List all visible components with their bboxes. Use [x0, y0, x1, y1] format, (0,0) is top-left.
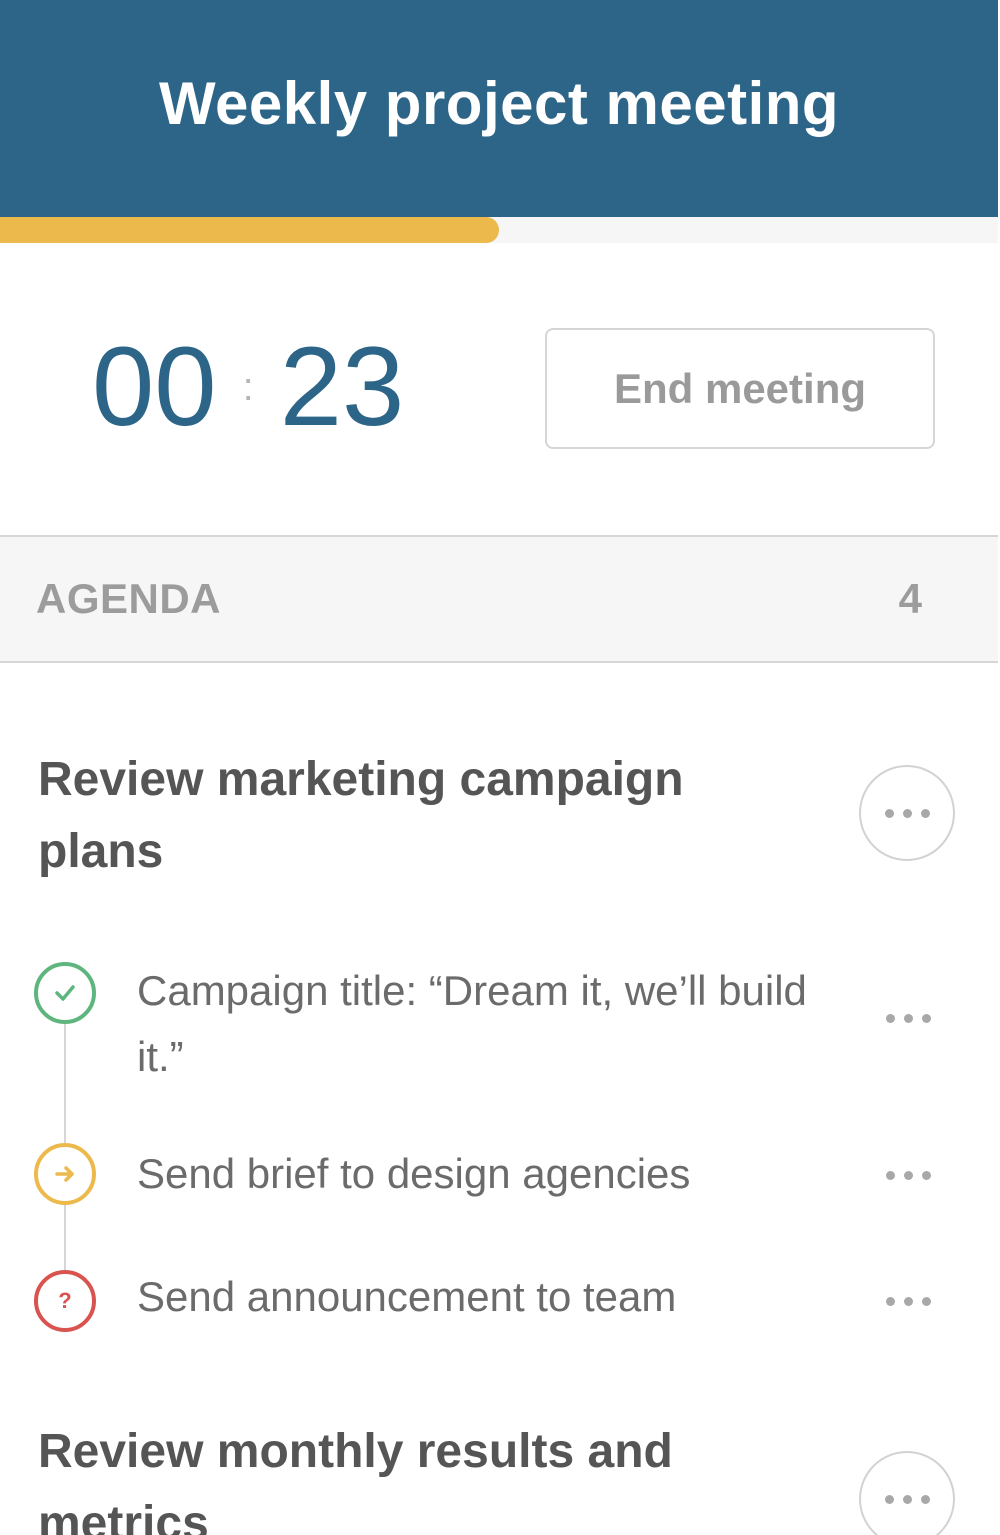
question-icon[interactable]: ?: [34, 1270, 96, 1332]
agenda-count: 4: [898, 575, 922, 622]
agenda-label: AGENDA: [36, 575, 222, 622]
arrow-right-icon[interactable]: [34, 1143, 96, 1205]
item-more-button[interactable]: [870, 998, 946, 1038]
more-icon: [884, 808, 930, 818]
topic-more-button[interactable]: [859, 765, 955, 861]
topic-title[interactable]: Review marketing campaign plans: [38, 744, 818, 888]
agenda-header: AGENDA 4: [0, 535, 998, 663]
more-icon: [885, 1013, 931, 1023]
timer-seconds: 23: [279, 324, 405, 449]
svg-text:?: ?: [58, 1288, 71, 1313]
item-more-button[interactable]: [870, 1155, 946, 1195]
meeting-title: Weekly project meeting: [158, 70, 840, 137]
item-more-button[interactable]: [870, 1281, 946, 1321]
end-meeting-button[interactable]: End meeting: [545, 328, 935, 449]
timeline-connector: [64, 1205, 66, 1272]
meeting-timer: 00 : 23: [92, 322, 404, 452]
meeting-progress-fill: [0, 217, 499, 243]
meeting-progress-bar: [0, 217, 998, 243]
agenda-item-text[interactable]: Campaign title: “Dream it, we’ll build i…: [137, 958, 827, 1090]
timeline-connector: [64, 1024, 66, 1144]
more-icon: [885, 1170, 931, 1180]
more-icon: [885, 1296, 931, 1306]
topic-title[interactable]: Review monthly results and metrics: [38, 1416, 818, 1535]
check-icon[interactable]: [34, 962, 96, 1024]
timer-separator: :: [242, 365, 254, 409]
timer-minutes: 00: [92, 324, 217, 449]
agenda-item-text[interactable]: Send announcement to team: [137, 1264, 827, 1330]
more-icon: [884, 1494, 930, 1504]
agenda-item-text[interactable]: Send brief to design agencies: [137, 1141, 827, 1207]
meeting-screen: Weekly project meeting 00 : 23 End meeti…: [0, 0, 1000, 1535]
app-header: Weekly project meeting: [0, 0, 998, 217]
topic-more-button[interactable]: [859, 1451, 955, 1535]
